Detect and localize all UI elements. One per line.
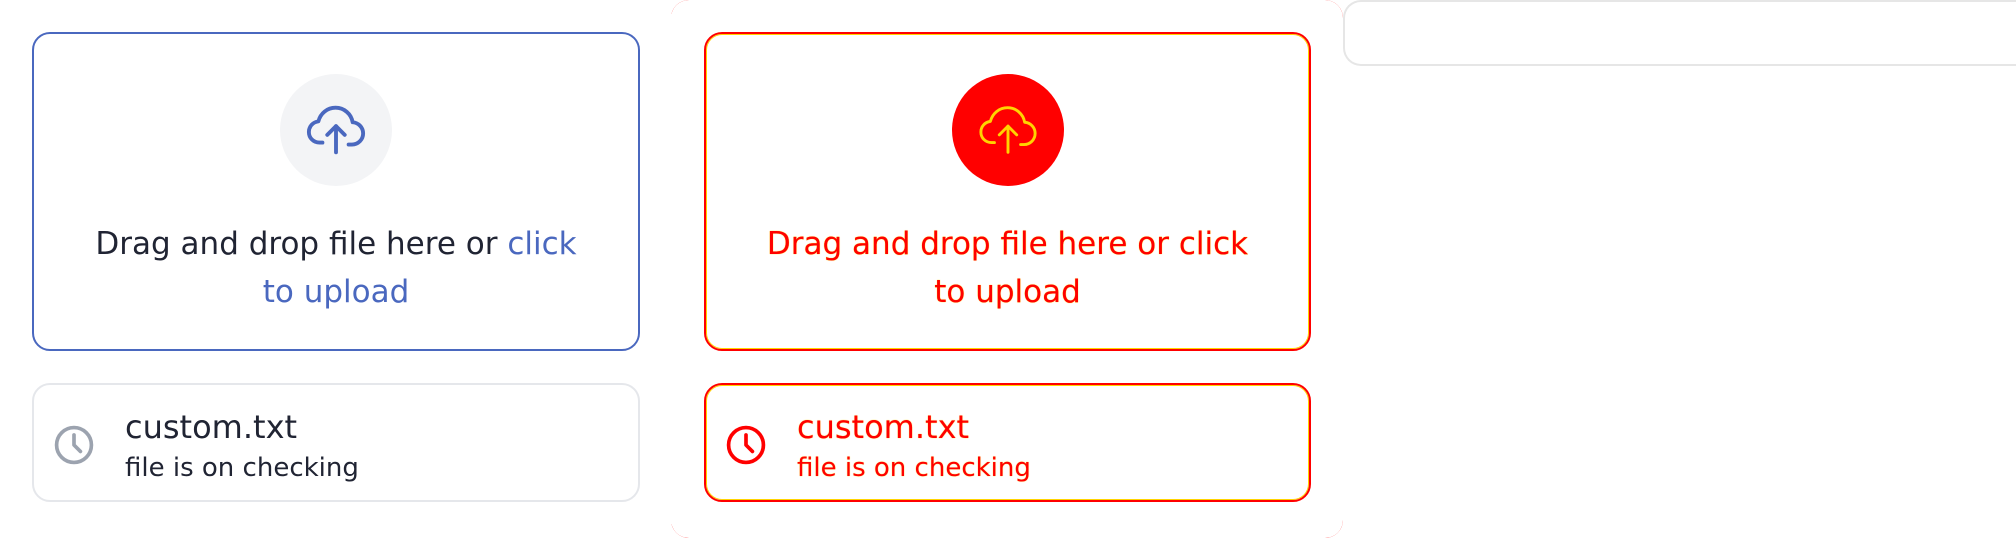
dropzone-text: Drag and drop file here or: [95, 226, 508, 262]
upload-icon-container: [951, 74, 1064, 186]
cloud-upload-icon: [306, 105, 366, 155]
dropzone-text: Drag and drop file here or: [766, 226, 1179, 262]
side-panel-frame: [1343, 0, 2016, 66]
upload-icon-container: [280, 74, 392, 186]
file-name: custom.txt: [797, 408, 970, 446]
file-dropzone[interactable]: Drag and drop file here or click to uplo…: [704, 32, 1311, 351]
file-dropzone[interactable]: Drag and drop file here or click to uplo…: [32, 32, 640, 351]
uploaded-file-card: custom.txt file is on checking: [704, 383, 1311, 502]
dropzone-instructions: Drag and drop file here or click to uplo…: [76, 220, 596, 316]
default-upload-panel: Drag and drop file here or click to uplo…: [0, 0, 672, 538]
file-status: file is on checking: [797, 453, 1031, 483]
file-status: file is on checking: [125, 453, 359, 483]
clock-icon: [726, 425, 766, 465]
dropzone-instructions: Drag and drop file here or click to uplo…: [748, 220, 1268, 316]
cloud-upload-icon: [978, 106, 1037, 154]
error-upload-panel: Drag and drop file here or click to uplo…: [671, 0, 1343, 538]
file-name: custom.txt: [125, 408, 298, 446]
uploaded-file-card: custom.txt file is on checking: [32, 383, 640, 502]
clock-icon: [54, 425, 94, 465]
